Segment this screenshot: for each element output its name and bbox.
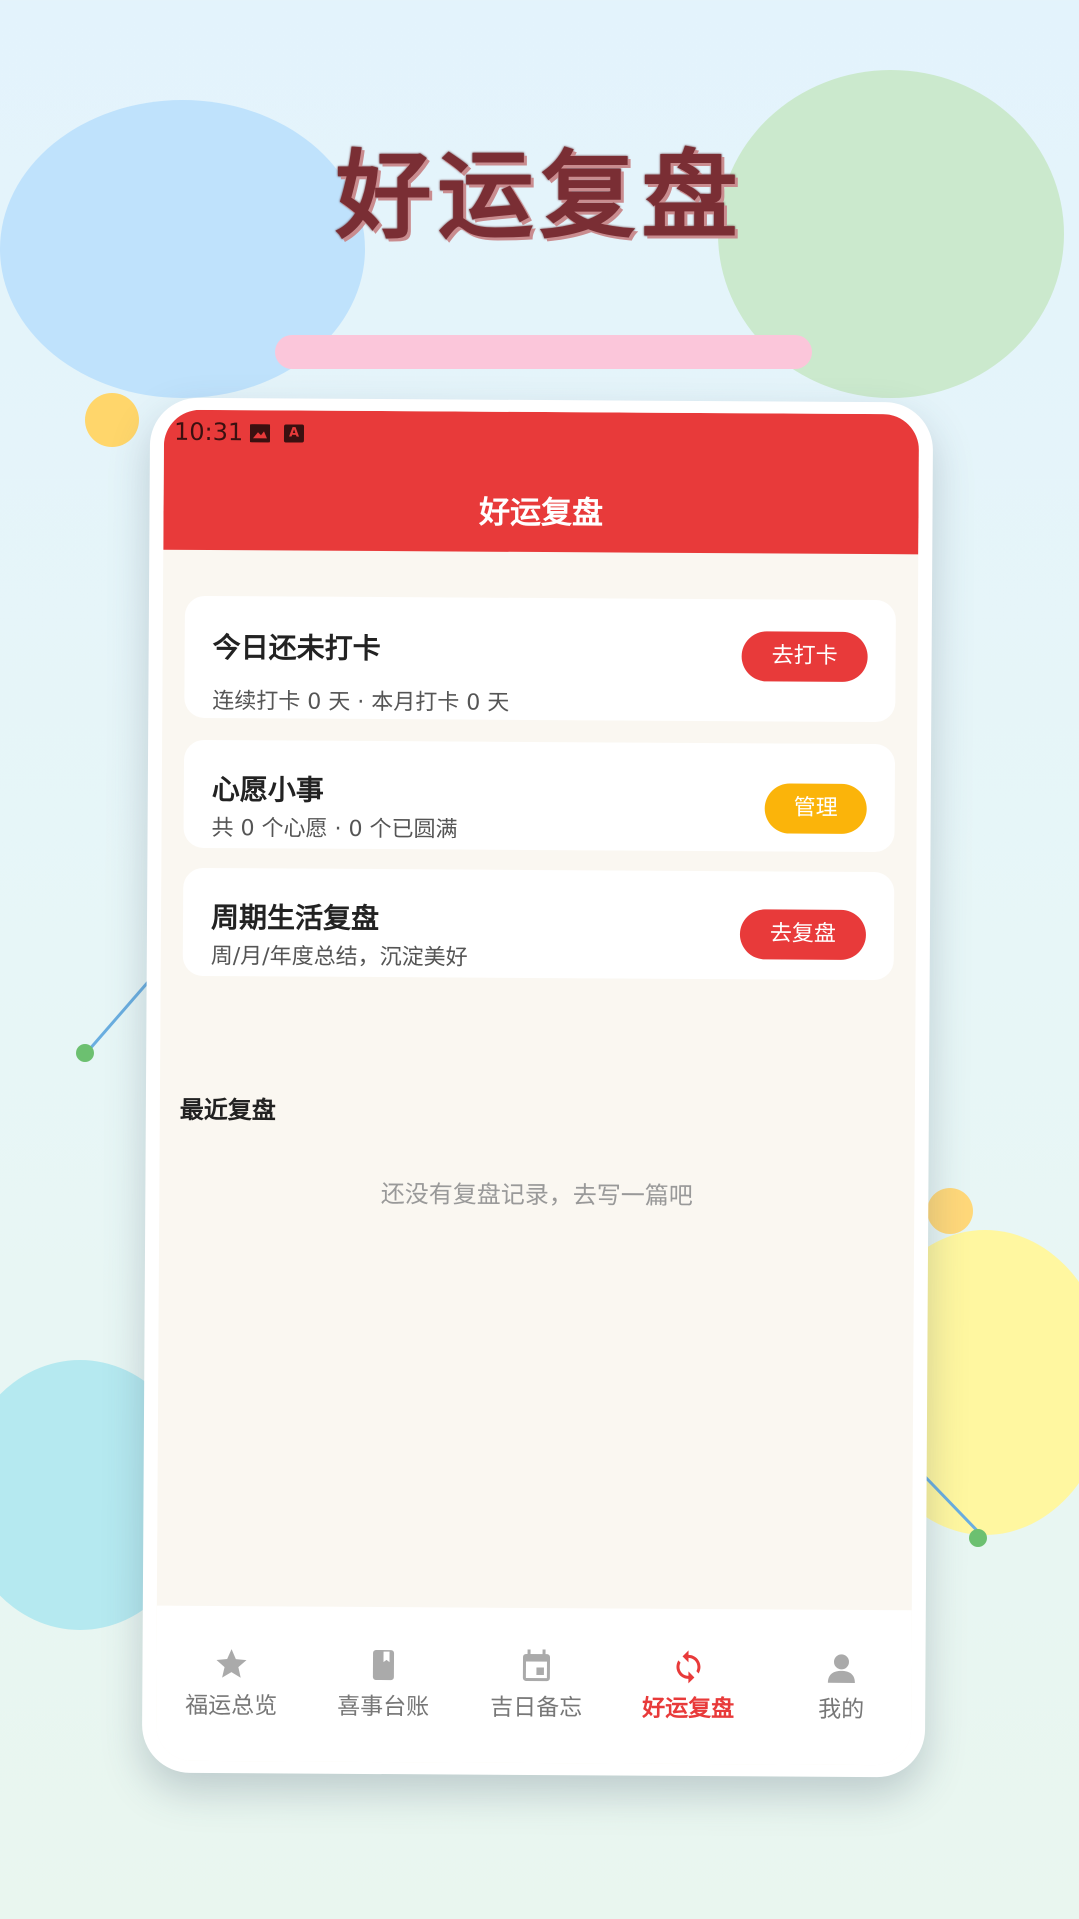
green-node-decoration-right — [969, 1529, 987, 1547]
checkin-button[interactable]: 去打卡 — [741, 631, 868, 683]
pink-underline-decoration — [275, 335, 812, 369]
tab-review[interactable]: 好运复盘 — [613, 1648, 763, 1723]
yellow-dot-decoration — [85, 393, 139, 447]
tab-label: 福运总览 — [185, 1692, 278, 1720]
tab-calendar[interactable]: 吉日备忘 — [461, 1648, 611, 1723]
calendar-icon — [522, 1649, 551, 1682]
tab-label: 喜事台账 — [337, 1693, 430, 1721]
checkin-card: 今日还未打卡 连续打卡 0 天 · 本月打卡 0 天 去打卡 — [184, 595, 896, 723]
checkin-subtitle: 连续打卡 0 天 · 本月打卡 0 天 — [212, 689, 510, 716]
tab-label: 我的 — [818, 1696, 865, 1724]
checkin-title: 今日还未打卡 — [212, 631, 381, 666]
bottom-tab-bar: 福运总览 喜事台账 吉日备忘 好运复盘 我的 — [155, 1605, 912, 1766]
app-bar-title: 好运复盘 — [478, 494, 604, 532]
wishes-subtitle: 共 0 个心愿 · 0 个已圆满 — [211, 816, 458, 843]
green-node-decoration — [76, 1044, 94, 1062]
tab-ledger[interactable]: 喜事台账 — [308, 1647, 458, 1722]
star-icon — [216, 1649, 247, 1678]
tab-label: 好运复盘 — [642, 1695, 735, 1723]
a-badge-icon: A — [283, 424, 305, 443]
wishes-card: 心愿小事 共 0 个心愿 · 0 个已圆满 管理 — [183, 739, 896, 853]
app-bar: 10:31 A 好运复盘 — [163, 409, 920, 555]
review-card: 周期生活复盘 周/月/年度总结，沉淀美好 去复盘 — [182, 867, 895, 981]
wishes-title: 心愿小事 — [211, 773, 324, 807]
status-time: 10:31 — [173, 417, 244, 447]
app-screen: 10:31 A 好运复盘 今日还未打卡 连续打卡 0 天 · 本月打卡 0 天 … — [155, 409, 920, 1766]
manage-button[interactable]: 管理 — [764, 783, 867, 835]
image-icon — [249, 424, 271, 443]
yellow-dot-decoration-right — [927, 1188, 973, 1234]
recent-review-heading: 最近复盘 — [179, 1095, 276, 1125]
tab-overview[interactable]: 福运总览 — [156, 1646, 306, 1721]
person-icon — [827, 1654, 855, 1683]
tab-label: 吉日备忘 — [490, 1694, 583, 1722]
phone-frame: 10:31 A 好运复盘 今日还未打卡 连续打卡 0 天 · 本月打卡 0 天 … — [141, 397, 934, 1778]
empty-state-text: 还没有复盘记录，去写一篇吧 — [380, 1180, 693, 1210]
review-button[interactable]: 去复盘 — [739, 909, 867, 961]
promo-title: 好运复盘 — [335, 140, 744, 252]
review-subtitle: 周/月/年度总结，沉淀美好 — [210, 944, 468, 971]
refresh-icon — [676, 1650, 701, 1684]
review-title: 周期生活复盘 — [210, 901, 380, 936]
tab-profile[interactable]: 我的 — [766, 1649, 916, 1724]
book-icon — [372, 1650, 395, 1681]
